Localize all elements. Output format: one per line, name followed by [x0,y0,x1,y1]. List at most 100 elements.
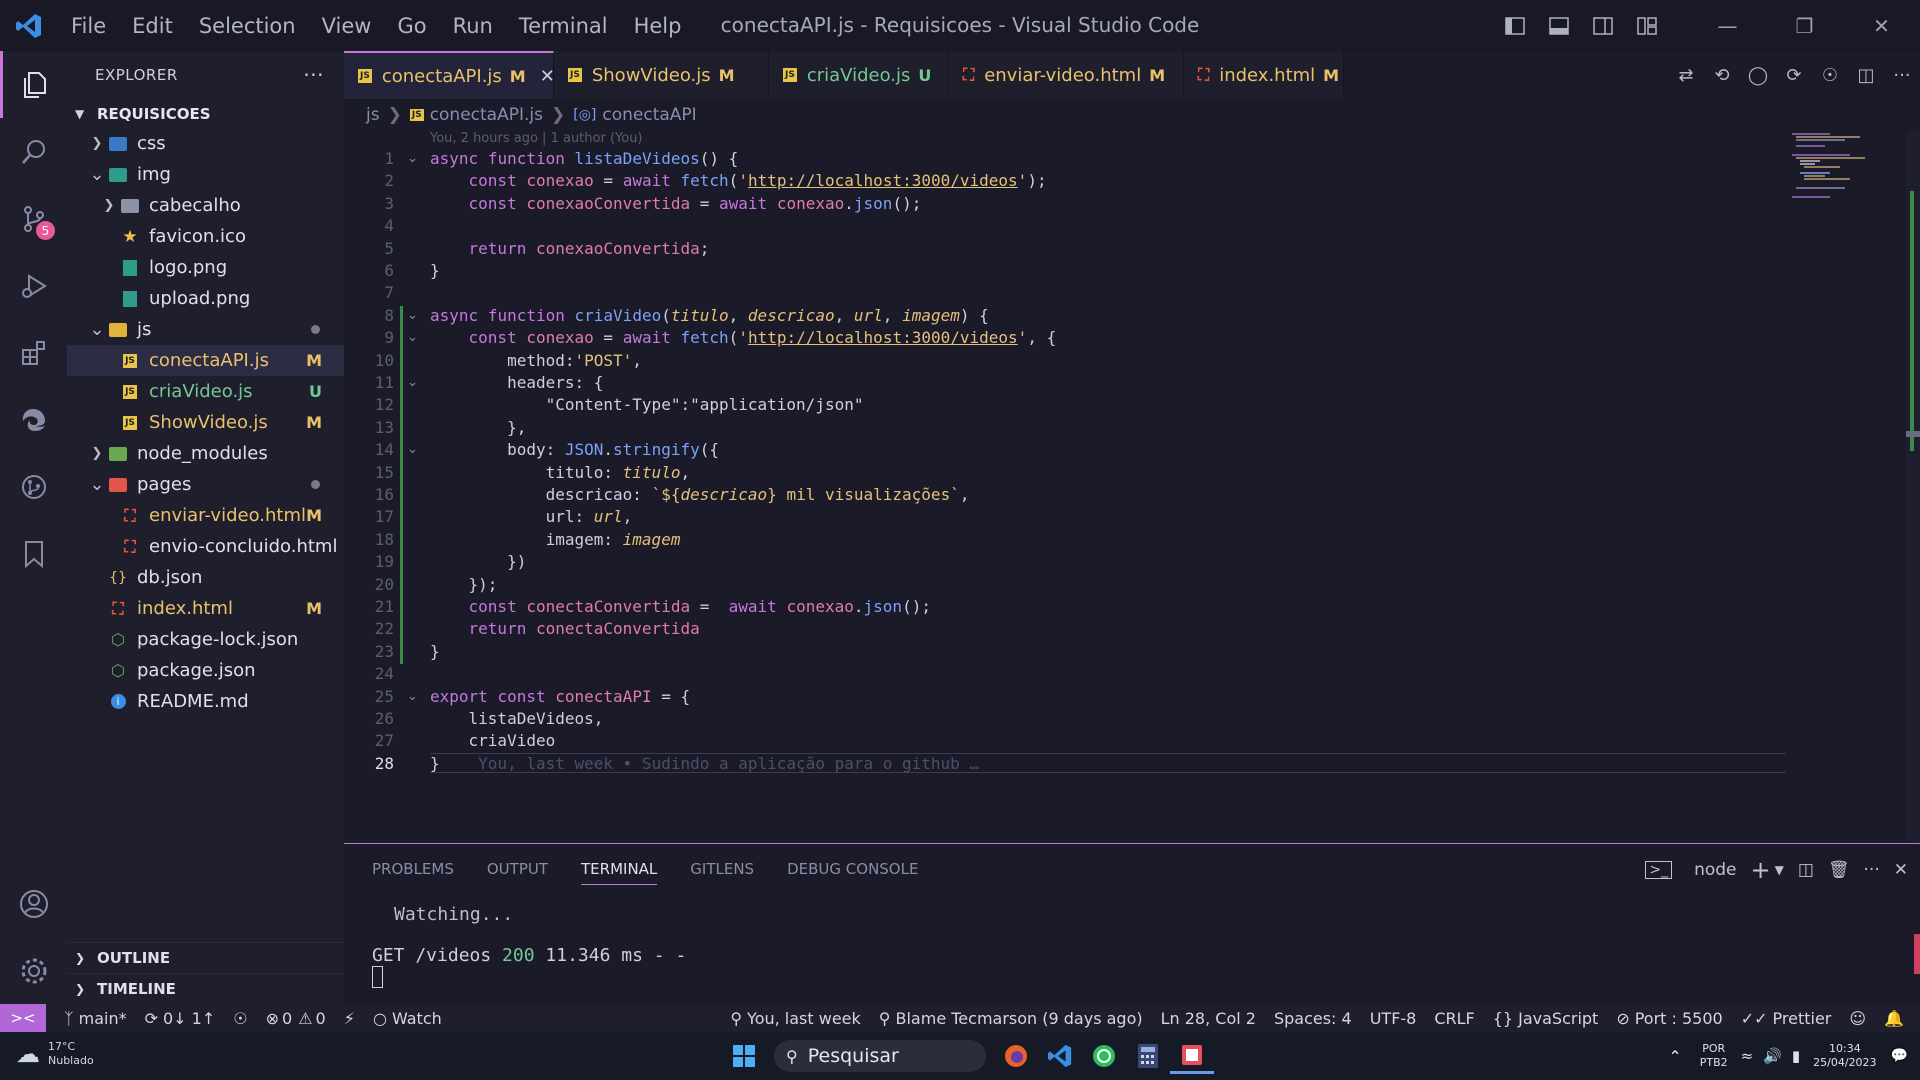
new-terminal-icon[interactable]: + [1751,856,1771,884]
explorer-more-icon[interactable]: ··· [303,63,324,87]
go-forward-icon[interactable]: ⟳ [1776,65,1812,86]
tree-item[interactable]: JS criaVideo.js U [67,376,344,407]
language-mode[interactable]: {} JavaScript [1493,1009,1599,1028]
toggle-panel-icon[interactable] [1537,0,1581,51]
tab-showvideo-js[interactable]: JS ShowVideo.js M [554,51,769,99]
bookmarks-icon[interactable] [0,520,67,587]
go-back-icon[interactable]: ⟲ [1704,65,1740,86]
feedback-icon[interactable]: ☺ [1849,1009,1866,1028]
split-terminal-icon[interactable]: ◫ [1798,860,1814,880]
minimize-button[interactable]: — [1689,0,1766,51]
workspace-root[interactable]: ▼ REQUISICOES [67,99,344,128]
tab-problems[interactable]: PROBLEMS [372,854,454,884]
minimap[interactable] [1790,131,1880,201]
taskbar-search[interactable]: ⚲ Pesquisar [774,1040,986,1072]
tab-criavideo-js[interactable]: JS criaVideo.js U [769,51,949,99]
menu-terminal[interactable]: Terminal [506,14,621,38]
tree-item[interactable]: ⬡ package-lock.json [67,624,344,655]
fold-chevron-icon[interactable]: ⌄ [407,308,423,323]
tree-item[interactable]: logo.png [67,252,344,283]
terminal-output[interactable]: Watching... GET /videos 200 11.346 ms - … [372,904,686,988]
cursor-position[interactable]: Ln 28, Col 2 [1161,1009,1256,1028]
close-tab-icon[interactable]: ✕ [540,66,555,87]
clock[interactable]: 10:34 25/04/2023 [1813,1042,1876,1070]
tree-item[interactable]: ⌄ js [67,314,344,345]
more-actions-icon[interactable]: ··· [1864,860,1880,880]
end-of-line[interactable]: CRLF [1434,1009,1474,1028]
menu-selection[interactable]: Selection [186,14,309,38]
tab-enviar-video-html[interactable]: ⛶ enviar-video.html M [949,51,1184,99]
tree-item[interactable]: ⌄ img [67,159,344,190]
tree-item[interactable]: JS ShowVideo.js M [67,407,344,438]
menu-file[interactable]: File [58,14,119,38]
commit-icon[interactable]: ◯ [1740,65,1776,86]
tree-item[interactable]: i README.md [67,686,344,717]
tree-item[interactable]: ★ favicon.ico [67,221,344,252]
settings-gear-icon[interactable] [0,937,67,1004]
volume-icon[interactable]: 🔊 [1763,1047,1782,1065]
editor-scrollbar[interactable] [1906,131,1920,843]
split-editor-icon[interactable]: ◫ [1848,65,1884,86]
tab-index-html[interactable]: ⛶ index.html M [1184,51,1344,99]
fold-chevron-icon[interactable]: ⌄ [407,689,423,704]
trash-icon[interactable]: 🗑 [1828,860,1850,880]
close-panel-icon[interactable]: ✕ [1894,860,1908,880]
explorer-icon[interactable] [0,51,67,118]
fold-chevron-icon[interactable]: ⌄ [407,330,423,345]
search-icon[interactable] [0,118,67,185]
breadcrumb-symbol[interactable]: conectaAPI [602,105,696,125]
fold-chevron-icon[interactable]: ⌄ [407,375,423,390]
prettier-status[interactable]: ✓✓ Prettier [1741,1009,1832,1028]
toggle-secondary-sidebar-icon[interactable] [1581,0,1625,51]
terminal-selector[interactable]: >_ node [1631,860,1737,880]
lightning-icon[interactable]: ⚡ [344,1009,355,1028]
compare-changes-icon[interactable]: ⇄ [1668,65,1704,86]
tree-item[interactable]: ⛶ enviar-video.html M [67,500,344,531]
encoding[interactable]: UTF-8 [1370,1009,1417,1028]
fold-chevron-icon[interactable]: ⌄ [407,442,423,457]
whatsapp-icon[interactable] [1082,1038,1126,1074]
customize-layout-icon[interactable] [1625,0,1669,51]
live-server-port[interactable]: ⊘ Port : 5500 [1616,1009,1722,1028]
gitlens-status-icon[interactable]: ☉ [233,1009,247,1028]
outline-section[interactable]: ❯ OUTLINE [67,942,344,973]
tab-debug-console[interactable]: DEBUG CONSOLE [787,854,918,884]
tree-item[interactable]: ⛶ envio-concluido.html [67,531,344,562]
tree-item[interactable]: ⌄ pages [67,469,344,500]
watch-button[interactable]: ○ Watch [373,1009,442,1028]
wifi-icon[interactable]: ≈ [1741,1047,1754,1065]
chevron-down-icon[interactable]: ▼ [1775,863,1784,877]
windows-start-icon[interactable] [722,1038,766,1074]
menu-edit[interactable]: Edit [119,14,186,38]
close-window-button[interactable]: ✕ [1843,0,1920,51]
tree-item[interactable]: ❯ css [67,128,344,159]
code-editor[interactable]: You, 2 hours ago | 1 author (You) 1 ⌄ asyn… [344,131,1920,843]
menu-view[interactable]: View [309,14,385,38]
calculator-icon[interactable] [1126,1038,1170,1074]
source-control-icon[interactable]: 5 [0,185,67,252]
problems-indicator[interactable]: ⊗ 0 ⚠ 0 [266,1009,326,1028]
tab-output[interactable]: OUTPUT [487,854,548,884]
sync-indicator[interactable]: ⟳ 0↓ 1↑ [145,1009,216,1028]
tab-conectaapi-js[interactable]: JS conectaAPI.js M ✕ [344,51,555,99]
tree-item[interactable]: JS conectaAPI.js M [67,345,344,376]
tree-item[interactable]: ⛶ index.html M [67,593,344,624]
extensions-icon[interactable] [0,319,67,386]
maximize-button[interactable]: ❐ [1766,0,1843,51]
tree-item[interactable]: {} db.json [67,562,344,593]
gitlens-icon[interactable] [0,453,67,520]
run-debug-icon[interactable] [0,252,67,319]
notifications-bell-icon[interactable]: 🔔 [1884,1009,1904,1028]
toggle-sidebar-icon[interactable] [1493,0,1537,51]
codelens-blame[interactable]: You, 2 hours ago | 1 author (You) [430,131,643,146]
blame-author[interactable]: ⚲ Blame Tecmarson (9 days ago) [879,1009,1143,1028]
more-actions-icon[interactable]: ··· [1884,65,1920,86]
input-language[interactable]: POR PTB2 [1700,1042,1728,1070]
breadcrumb-file[interactable]: conectaAPI.js [430,105,543,125]
snipping-tool-icon[interactable] [1170,1038,1214,1074]
weather-widget[interactable]: ☁ 17°C Nublado [16,1040,94,1068]
chevron-up-icon[interactable]: ⌃ [1668,1047,1681,1066]
tree-item[interactable]: ❯ node_modules [67,438,344,469]
fold-chevron-icon[interactable]: ⌄ [407,151,423,166]
menu-run[interactable]: Run [440,14,506,38]
